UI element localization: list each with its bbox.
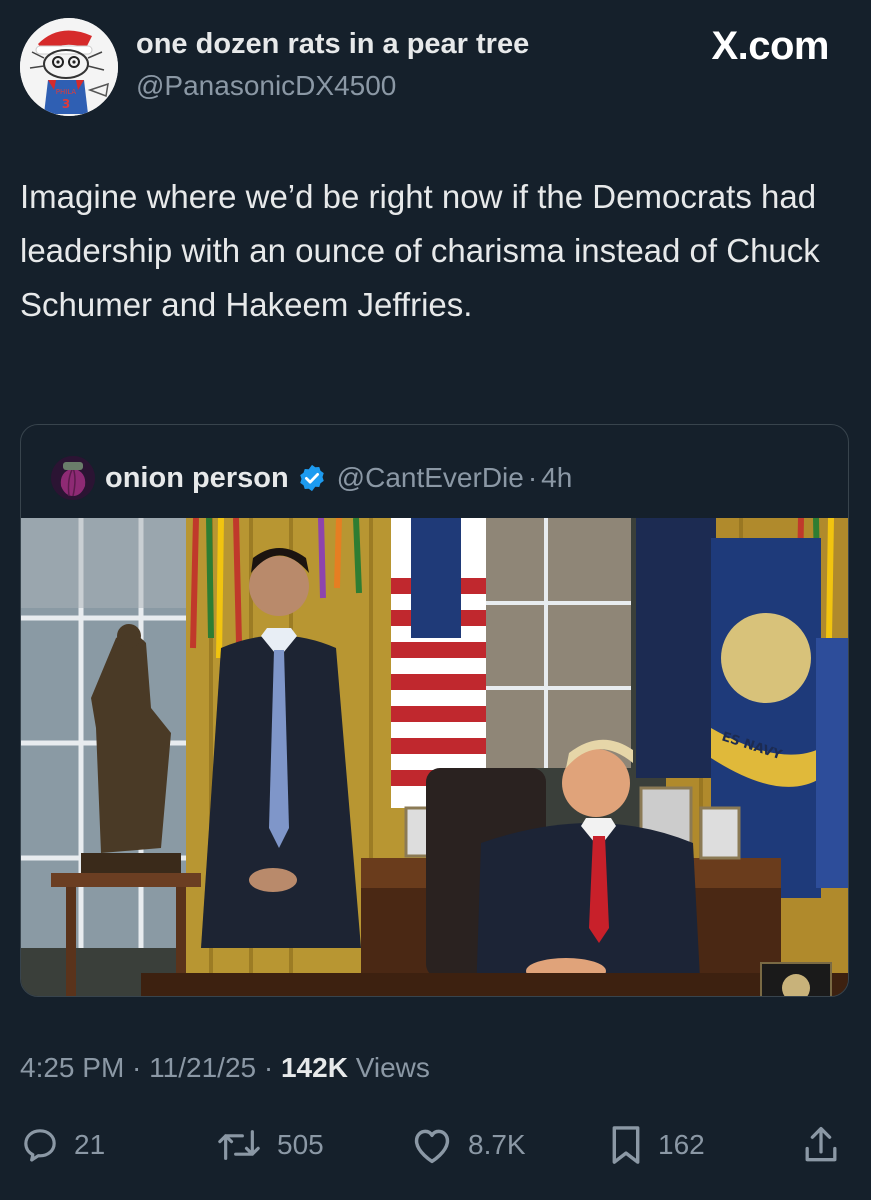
tweet-time[interactable]: 4:25 PM — [20, 1052, 124, 1083]
quoted-author-avatar[interactable] — [51, 456, 95, 500]
meta-separator: · — [124, 1052, 150, 1083]
bookmark-count: 162 — [658, 1129, 705, 1160]
verified-badge-icon — [299, 464, 324, 492]
onion-avatar-image — [51, 456, 95, 500]
quoted-tweet-photo[interactable]: ES NAVY — [21, 518, 849, 997]
repost-button[interactable]: 505 — [215, 1120, 324, 1170]
reply-icon — [24, 1129, 56, 1162]
author-handle[interactable]: @PanasonicDX4500 — [136, 70, 396, 102]
tweet-date[interactable]: 11/21/25 — [149, 1052, 256, 1083]
bookmark-button[interactable]: 162 — [608, 1120, 705, 1170]
like-count: 8.7K — [468, 1129, 526, 1160]
tweet-text: Imagine where we’d be right now if the D… — [20, 178, 820, 323]
brand-watermark: X.com — [711, 24, 829, 68]
bookmark-icon — [612, 1126, 640, 1164]
repost-count: 505 — [277, 1129, 324, 1160]
tweet-action-bar: 21 505 8.7K 162 — [0, 1120, 871, 1170]
quoted-author-handle[interactable]: @CantEverDie — [337, 462, 524, 494]
quoted-tweet-card[interactable]: onion person @CantEverDie · 4h ES NAVY — [20, 424, 849, 997]
share-button[interactable] — [802, 1120, 840, 1170]
meta-separator: · — [256, 1052, 281, 1083]
author-display-name[interactable]: one dozen rats in a pear tree — [136, 28, 529, 61]
views-count: 142K — [280, 1052, 348, 1083]
heart-icon — [414, 1129, 450, 1164]
share-icon — [805, 1126, 837, 1162]
author-avatar[interactable]: PHILA 3 — [20, 18, 118, 116]
tweet-meta: 4:25 PM · 11/21/25 · 142K Views — [20, 1052, 430, 1084]
repost-icon — [218, 1130, 260, 1160]
views-label: Views — [347, 1052, 430, 1083]
reply-count: 21 — [74, 1129, 106, 1160]
like-button[interactable]: 8.7K — [410, 1120, 526, 1170]
quoted-author-name[interactable]: onion person — [105, 462, 289, 495]
quoted-timestamp[interactable]: 4h — [541, 462, 572, 494]
avatar-jersey-text: PHILA — [56, 88, 77, 96]
reply-button[interactable]: 21 — [20, 1120, 105, 1170]
author-avatar-image: PHILA 3 — [20, 18, 118, 116]
quoted-separator: · — [527, 462, 538, 493]
quoted-tweet-header: onion person @CantEverDie · 4h — [51, 455, 572, 501]
avatar-jersey-number: 3 — [62, 97, 70, 111]
